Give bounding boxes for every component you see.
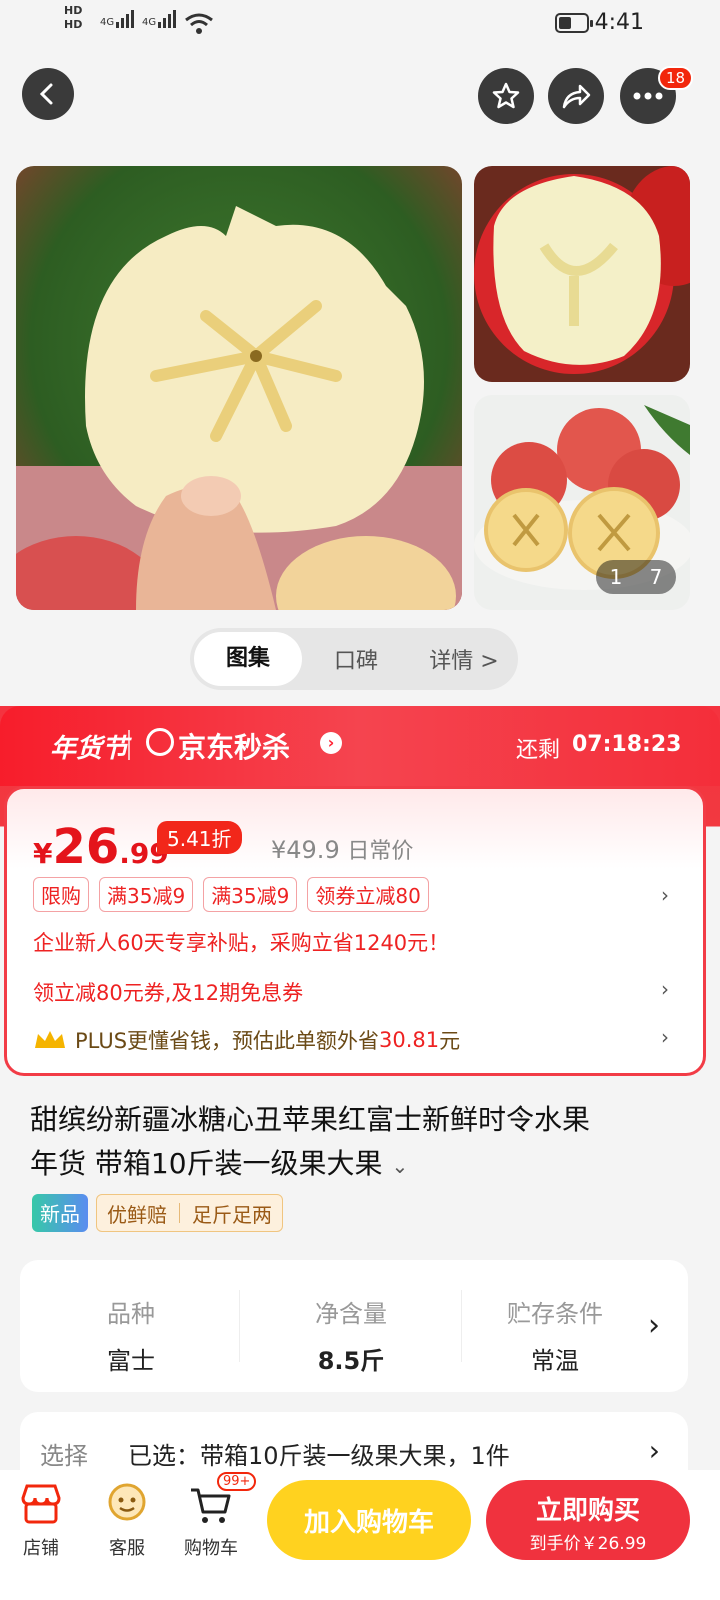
chevron-right-icon[interactable]: ›: [661, 1025, 669, 1049]
tab-details[interactable]: 详情 >: [410, 643, 518, 675]
clock: 4:41: [594, 10, 644, 35]
customer-service-button[interactable]: 客服: [92, 1482, 162, 1560]
chevron-left-icon: [39, 83, 53, 105]
guarantee-badge[interactable]: 优鲜赔 足斤足两: [96, 1194, 283, 1232]
countdown-label: 还剩: [516, 738, 561, 763]
thumb-photo-2[interactable]: 17: [474, 395, 690, 610]
flash-sale-banner[interactable]: 年货节 京东秒杀 › 还剩 07:18:23: [0, 706, 720, 786]
coupon-tag[interactable]: 满35减9: [99, 877, 194, 912]
spec-variety: 品种 富士: [107, 1300, 155, 1375]
coupon-tag[interactable]: 限购: [33, 877, 89, 912]
spec-net-weight: 净含量 8.5斤: [315, 1300, 387, 1375]
status-bar: HD HD 4G 4G 4:41: [0, 0, 720, 50]
product-title[interactable]: 甜缤纷新疆冰糖心丑苹果红富士新鲜时令水果 年货 带箱10斤装一级果大果 ⌄: [30, 1098, 690, 1188]
chevron-right-icon[interactable]: ›: [648, 1308, 660, 1343]
battery-icon: [555, 13, 593, 33]
star-icon: [492, 82, 520, 109]
festival-label: 年货节: [50, 734, 129, 764]
product-badges: 新品 优鲜赔 足斤足两: [32, 1194, 283, 1232]
crown-icon: [35, 1031, 65, 1048]
select-value: 已选：带箱10斤装一级果大果，1件: [128, 1442, 510, 1470]
tab-gallery[interactable]: 图集: [194, 632, 302, 686]
share-button[interactable]: [548, 68, 604, 124]
enterprise-note: 企业新人60天专享补贴，采购立省1240元！: [33, 931, 450, 955]
cellular-signal-icon-1: 4G: [100, 10, 135, 28]
main-product-photo[interactable]: [16, 166, 462, 610]
favorite-button[interactable]: [478, 68, 534, 124]
coupon-tag[interactable]: 领券立减80: [307, 877, 429, 912]
wifi-icon: [185, 13, 213, 34]
apple-half-image: [474, 166, 690, 374]
flash-sale-brand: 京东秒杀: [178, 731, 291, 764]
buy-now-button[interactable]: 立即购买 到手价￥26.99: [486, 1480, 690, 1560]
divider: [128, 730, 130, 760]
coupon-tag[interactable]: 满35减9: [203, 877, 298, 912]
cart-badge: 99+: [217, 1472, 257, 1491]
plus-savings[interactable]: PLUS更懂省钱，预估此单额外省 30.81 元: [33, 1025, 460, 1055]
hd-indicator: HD HD: [64, 4, 83, 31]
tab-reviews[interactable]: 口碑: [302, 643, 410, 675]
chevron-right-icon: ›: [648, 1434, 660, 1467]
new-badge: 新品: [32, 1194, 88, 1232]
back-button[interactable]: [22, 68, 74, 120]
discount-badge: 5.41折: [157, 821, 242, 854]
gallery-tabs: 图集 口碑 详情 >: [190, 628, 518, 690]
cellular-signal-icon-2: 4G: [142, 10, 177, 28]
countdown-timer: 07:18:23: [572, 732, 682, 757]
spec-storage: 贮存条件 常温: [507, 1300, 603, 1375]
select-label: 选择: [40, 1442, 88, 1470]
chevron-right-icon: ›: [320, 732, 342, 754]
add-to-cart-button[interactable]: 加入购物车: [267, 1480, 471, 1560]
chevron-right-icon[interactable]: ›: [661, 883, 669, 907]
notification-badge: 18: [658, 66, 694, 90]
flash-sale-logo-icon: [146, 728, 174, 756]
more-dots-icon: [633, 92, 663, 100]
cart-button[interactable]: 99+ 购物车: [176, 1472, 257, 1560]
coupon-note[interactable]: 领立减80元券,及12期免息券: [33, 977, 303, 1007]
apple-slice-image: [16, 206, 462, 610]
spec-card[interactable]: 品种 富士 净含量 8.5斤 贮存条件 常温 ›: [20, 1260, 688, 1392]
coupon-tags[interactable]: 限购 满35减9 满35减9 领券立减80: [33, 877, 439, 912]
chevron-right-icon[interactable]: ›: [661, 977, 669, 1001]
thumb-photo-1[interactable]: [474, 166, 690, 382]
current-price: ¥ 26 .99: [33, 819, 169, 875]
bottom-action-bar: 店铺 客服 99+ 购物车 加入购物车 立即购买 到手价￥26.99: [0, 1470, 720, 1600]
share-icon: [562, 84, 591, 109]
chevron-down-icon: ⌄: [391, 1154, 409, 1178]
price-card: ¥ 26 .99 5.41折 ¥49.9 日常价 限购 满35减9 满35减9 领券立…: [4, 786, 706, 1076]
cart-icon: 99+: [189, 1472, 257, 1526]
service-icon: [105, 1482, 149, 1526]
shop-button[interactable]: 店铺: [6, 1482, 76, 1560]
gallery-counter: 17: [596, 560, 676, 594]
original-price: ¥49.9 日常价: [271, 836, 414, 864]
store-icon: [19, 1482, 63, 1526]
